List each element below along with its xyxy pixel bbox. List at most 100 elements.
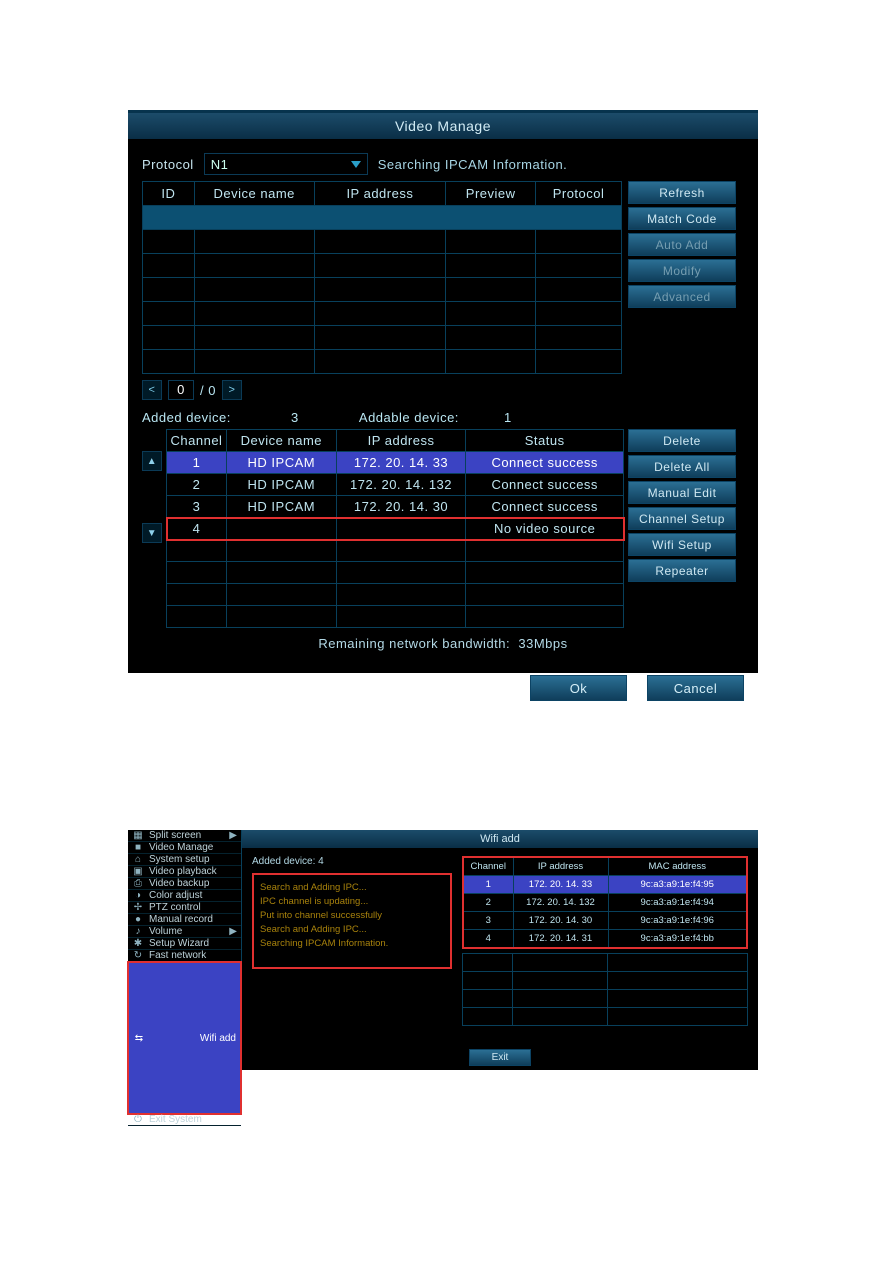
menu-icon: ⇆ <box>133 1033 145 1044</box>
refresh-button[interactable]: Refresh <box>628 181 736 204</box>
delete-button[interactable]: Delete <box>628 429 736 452</box>
context-menu: ▦Split screen▶■ Video Manage ⌂ System setup… <box>128 830 242 1070</box>
bandwidth-remaining: Remaining network bandwidth: 33Mbps <box>142 636 744 651</box>
menu-label: Wifi add <box>200 1033 236 1044</box>
table-row[interactable]: 4172. 20. 14. 319c:a3:a9:1e:f4:bb <box>463 930 747 949</box>
channel-setup-button[interactable]: Channel Setup <box>628 507 736 530</box>
menu-item-volume[interactable]: ♪ Volume ▶ <box>128 926 241 938</box>
cancel-button[interactable]: Cancel <box>647 675 744 701</box>
page-prev-button[interactable]: < <box>142 380 162 400</box>
addable-label: Addable device: <box>359 410 459 425</box>
delete-all-button[interactable]: Delete All <box>628 455 736 478</box>
modify-button[interactable]: Modify <box>628 259 736 282</box>
menu-label: PTZ control <box>149 902 201 913</box>
exit-button[interactable]: Exit <box>469 1049 531 1066</box>
col-status: Status <box>466 430 624 452</box>
menu-icon: ✢ <box>132 902 144 913</box>
menu-label: Video Manage <box>149 842 213 853</box>
wifi-setup-button[interactable]: Wifi Setup <box>628 533 736 556</box>
menu-item-ptz-control[interactable]: ✢ PTZ control <box>128 902 241 914</box>
col-channel: Channel <box>167 430 227 452</box>
log-line: IPC channel is updating... <box>260 895 444 909</box>
search-result-table: ID Device name IP address Preview Protoc… <box>142 181 622 374</box>
search-side-buttons: Refresh Match Code Auto Add Modify Advan… <box>628 181 736 374</box>
log-box: Search and Adding IPC...IPC channel is u… <box>252 873 452 969</box>
window-title: Video Manage <box>128 113 758 139</box>
menu-label: Exit System <box>149 1114 202 1125</box>
menu-item-setup-wizard[interactable]: ✱Setup Wizard <box>128 938 241 950</box>
page-current: 0 <box>168 380 194 400</box>
table-row[interactable]: 1172. 20. 14. 339c:a3:a9:1e:f4:95 <box>463 876 747 894</box>
repeater-button[interactable]: Repeater <box>628 559 736 582</box>
page-total: / 0 <box>200 383 216 398</box>
move-down-button[interactable]: ▼ <box>142 523 162 543</box>
menu-item-color-adjust[interactable]: ◑ Color adjust <box>128 890 241 902</box>
table-row[interactable]: 3172. 20. 14. 309c:a3:a9:1e:f4:96 <box>463 912 747 930</box>
menu-item-exit-system[interactable]: ⏻ Exit System <box>128 1114 241 1126</box>
menu-label: Setup Wizard <box>149 938 209 949</box>
searching-status: Searching IPCAM Information. <box>378 157 568 172</box>
menu-item-video-manage[interactable]: ■ Video Manage <box>128 842 241 854</box>
menu-icon: ⏻ <box>132 1114 144 1125</box>
move-up-button[interactable]: ▲ <box>142 451 162 471</box>
protocol-select[interactable]: N1 <box>204 153 368 175</box>
match-code-button[interactable]: Match Code <box>628 207 736 230</box>
page-next-button[interactable]: > <box>222 380 242 400</box>
table-row[interactable]: 3HD IPCAM172. 20. 14. 30Connect success <box>167 496 624 518</box>
added-device-table: Channel Device name IP address Status 1H… <box>166 429 624 628</box>
auto-add-button[interactable]: Auto Add <box>628 233 736 256</box>
video-manage-window: Video Manage Protocol N1 Searching IPCAM… <box>128 110 758 673</box>
wifi-add-window: ▦Split screen▶■ Video Manage ⌂ System setup… <box>128 830 758 1070</box>
col-ip: IP address <box>336 430 466 452</box>
menu-label: Fast network <box>149 950 206 961</box>
menu-label: Video playback <box>149 866 217 877</box>
menu-item-manual-record[interactable]: ●Manual record <box>128 914 241 926</box>
menu-icon: ◑ <box>132 890 144 901</box>
device-side-buttons: Delete Delete All Manual Edit Channel Se… <box>628 429 736 582</box>
col-mac: MAC address <box>608 857 747 876</box>
menu-icon: ♪ <box>132 926 144 937</box>
menu-item-fast-network[interactable]: ↻ Fast network <box>128 950 241 962</box>
protocol-label: Protocol <box>142 157 194 172</box>
menu-item-video-playback[interactable]: ▣Video playback <box>128 866 241 878</box>
table-row[interactable]: 2172. 20. 14. 1329c:a3:a9:1e:f4:94 <box>463 894 747 912</box>
menu-icon: ● <box>132 914 144 925</box>
col-device-name: Device name <box>194 182 314 206</box>
col-channel: Channel <box>463 857 513 876</box>
menu-label: Video backup <box>149 878 209 889</box>
col-ip: IP address <box>513 857 608 876</box>
window-title: Wifi add <box>242 830 758 848</box>
table-row[interactable] <box>143 206 622 230</box>
menu-label: Color adjust <box>149 890 202 901</box>
menu-item-video-backup[interactable]: ⎙ Video backup <box>128 878 241 890</box>
manual-edit-button[interactable]: Manual Edit <box>628 481 736 504</box>
menu-item-wifi-add[interactable]: ⇆ Wifi add <box>128 962 241 1114</box>
protocol-value: N1 <box>211 157 229 172</box>
log-line: Search and Adding IPC... <box>260 923 444 937</box>
menu-label: Volume <box>149 926 182 937</box>
table-row[interactable]: 4No video source <box>167 518 624 540</box>
menu-icon: ↻ <box>132 950 144 961</box>
col-protocol: Protocol <box>536 182 622 206</box>
col-id: ID <box>143 182 195 206</box>
ok-button[interactable]: Ok <box>530 675 627 701</box>
menu-item-split-screen[interactable]: ▦Split screen▶ <box>128 830 241 842</box>
menu-label: Split screen <box>149 830 201 841</box>
advanced-button[interactable]: Advanced <box>628 285 736 308</box>
log-line: Searching IPCAM Information. <box>260 937 444 951</box>
menu-icon: ⌂ <box>132 854 144 865</box>
col-preview: Preview <box>446 182 536 206</box>
table-row[interactable]: 2HD IPCAM172. 20. 14. 132Connect success <box>167 474 624 496</box>
col-device-name: Device name <box>226 430 336 452</box>
menu-icon: ■ <box>132 842 144 853</box>
chevron-right-icon: ▶ <box>229 926 237 937</box>
protocol-row: Protocol N1 Searching IPCAM Information. <box>142 153 744 175</box>
added-device-count: Added device: 4 <box>252 856 452 867</box>
table-row[interactable]: 1HD IPCAM172. 20. 14. 33Connect success <box>167 452 624 474</box>
menu-icon: ⎙ <box>132 878 144 889</box>
log-line: Search and Adding IPC... <box>260 881 444 895</box>
menu-label: System setup <box>149 854 210 865</box>
menu-item-system-setup[interactable]: ⌂ System setup <box>128 854 241 866</box>
pager: < 0 / 0 > <box>142 380 744 400</box>
added-label: Added device: <box>142 410 231 425</box>
